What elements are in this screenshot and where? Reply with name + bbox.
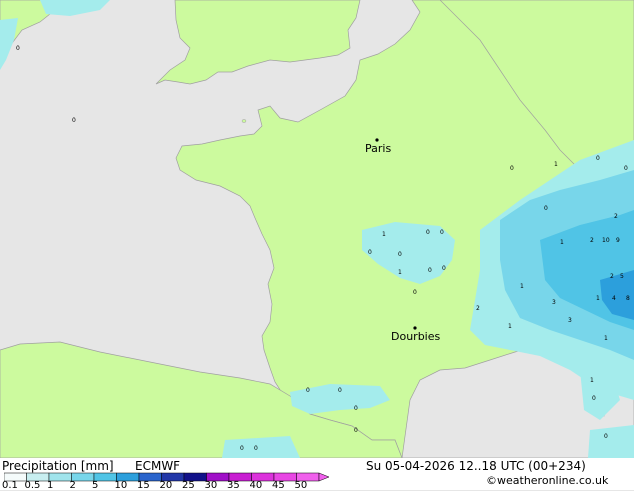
point-value: 0: [398, 251, 402, 258]
scale-label: 0.1: [2, 480, 18, 491]
scale-label: 2: [69, 480, 76, 491]
scale-label: 50: [294, 480, 308, 491]
point-value: 2: [476, 305, 480, 312]
point-value: 0: [442, 265, 446, 272]
point-value: 10: [602, 237, 610, 244]
point-value: 2: [614, 213, 618, 220]
point-value: 0: [354, 405, 358, 412]
city-label: Paris: [365, 142, 391, 155]
point-value: 3: [552, 299, 556, 306]
point-value: 0: [240, 445, 244, 452]
point-value: 1: [382, 231, 386, 238]
point-value: 0: [596, 155, 600, 162]
scale-end-arrow: [318, 472, 330, 482]
point-value: 0: [544, 205, 548, 212]
point-value: 0: [624, 165, 628, 172]
point-value: 2: [610, 273, 614, 280]
point-value: 0: [426, 229, 430, 236]
point-value: 3: [568, 317, 572, 324]
point-value: 0: [72, 117, 76, 124]
land-channel-island: [241, 119, 247, 123]
scale-label: 25: [182, 480, 195, 491]
point-value: 1: [520, 283, 524, 290]
point-value: 0: [254, 445, 258, 452]
point-value: 0: [440, 229, 444, 236]
point-value: 1: [596, 295, 600, 302]
point-value: 0: [354, 427, 358, 434]
point-value: 1: [590, 377, 594, 384]
point-value: 1: [508, 323, 512, 330]
point-value: 0: [510, 165, 514, 172]
credit: ©weatheronline.co.uk: [486, 474, 609, 487]
product-title: Precipitation [mm]: [2, 459, 114, 473]
scale-label: 20: [159, 480, 173, 491]
point-value: 1: [560, 239, 564, 246]
point-value: 1: [398, 269, 402, 276]
point-value: 4: [612, 295, 616, 302]
point-value: 0: [592, 395, 596, 402]
point-value: 0: [306, 387, 310, 394]
point-value: 2: [590, 237, 594, 244]
scale-label: 1: [47, 480, 54, 491]
point-value: 0: [428, 267, 432, 274]
point-value: 0: [413, 289, 417, 296]
point-value: 1: [604, 335, 608, 342]
model-name: ECMWF: [135, 459, 181, 473]
precipitation-map: 0 0 1 0 0 0 0 1 0 0 0 2 1 2 10 9 1 2 5 3…: [0, 0, 634, 458]
scale-label: 35: [227, 480, 240, 491]
scale-label: 5: [92, 480, 99, 491]
scale-label: 45: [272, 480, 285, 491]
point-value: 0: [16, 45, 20, 52]
point-value: 9: [616, 237, 620, 244]
valid-datetime: Su 05-04-2026 12..18 UTC (00+234): [366, 459, 586, 473]
point-value: 5: [620, 273, 624, 280]
point-value: 1: [554, 161, 558, 168]
scale-label: 40: [249, 480, 263, 491]
point-value: 0: [604, 433, 608, 440]
point-value: 0: [368, 249, 372, 256]
city-label: Dourbies: [391, 330, 441, 343]
point-value: 0: [338, 387, 342, 394]
point-value: 8: [626, 295, 630, 302]
scale-label: 15: [137, 480, 150, 491]
scale-label: 0.5: [24, 480, 41, 491]
scale-label: 30: [204, 480, 218, 491]
scale-label: 10: [114, 480, 128, 491]
